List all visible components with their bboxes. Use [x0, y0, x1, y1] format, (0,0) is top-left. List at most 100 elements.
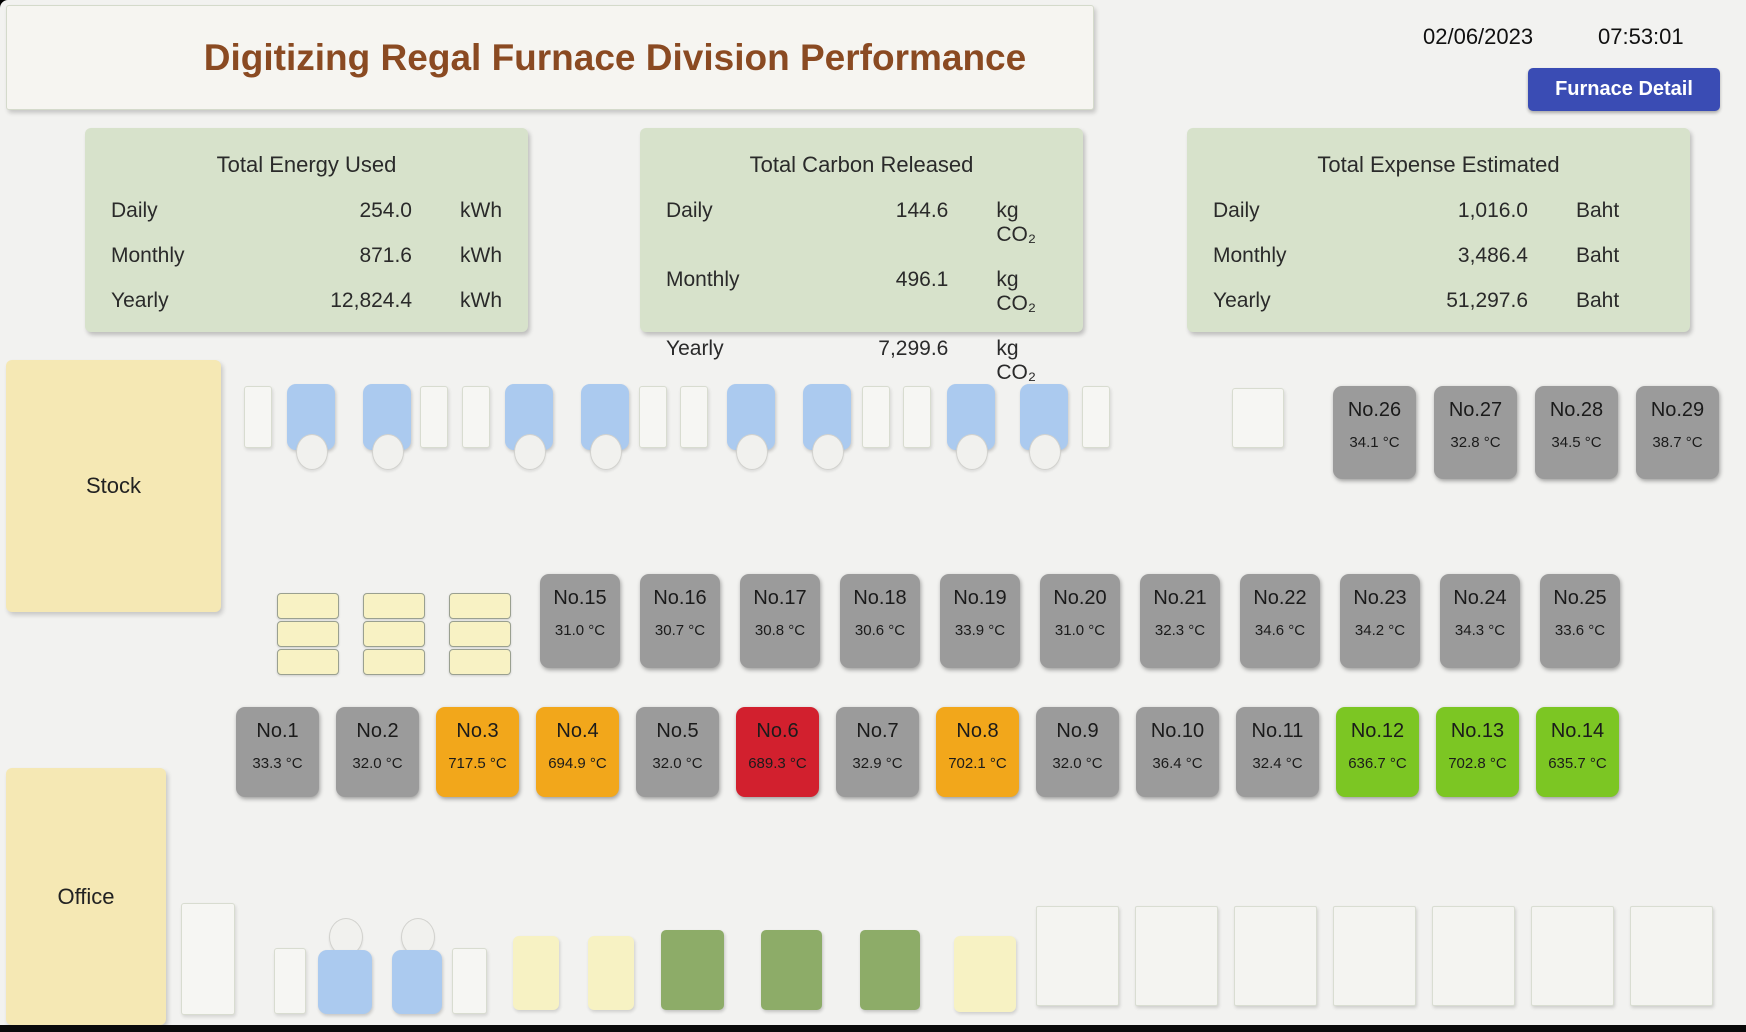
furnace-temp: 32.4 °C	[1236, 755, 1319, 772]
pallet-row	[449, 649, 511, 675]
furnace-tile-no-20[interactable]: No.20 31.0 °C	[1040, 574, 1120, 668]
row-label: Yearly	[1213, 289, 1378, 313]
furnace-tile-no-26[interactable]: No.26 34.1 °C	[1333, 386, 1416, 479]
row-unit: kWh	[460, 199, 502, 223]
furnace-tile-no-15[interactable]: No.15 31.0 °C	[540, 574, 620, 668]
furnace-id: No.29	[1636, 399, 1719, 422]
pallet-row	[449, 593, 511, 619]
machine-table-green	[860, 930, 920, 1010]
title-card: Digitizing Regal Furnace Division Perfor…	[6, 5, 1094, 110]
furnace-id: No.13	[1436, 720, 1519, 743]
furnace-tile-no-1[interactable]: No.1 33.3 °C	[236, 707, 319, 797]
pallet-row	[449, 621, 511, 647]
pallet-row	[363, 621, 425, 647]
furnace-temp: 32.0 °C	[636, 755, 719, 772]
furnace-tile-no-29[interactable]: No.29 38.7 °C	[1636, 386, 1719, 479]
machine-table-green	[761, 930, 822, 1010]
row-unit: kg CO₂	[996, 199, 1057, 247]
furnace-tile-no-21[interactable]: No.21 32.3 °C	[1140, 574, 1220, 668]
pallet-row	[277, 649, 339, 675]
furnace-id: No.25	[1540, 587, 1620, 610]
pallet-row	[363, 593, 425, 619]
furnace-tile-no-12[interactable]: No.12 636.7 °C	[1336, 707, 1419, 797]
furnace-id: No.15	[540, 587, 620, 610]
stock-area-label: Stock	[86, 473, 141, 499]
row-label: Monthly	[1213, 244, 1378, 268]
expense-monthly-row: Monthly 3,486.4 Baht	[1187, 244, 1690, 268]
furnace-id: No.3	[436, 720, 519, 743]
furnace-tile-no-17[interactable]: No.17 30.8 °C	[740, 574, 820, 668]
energy-daily-row: Daily 254.0 kWh	[85, 199, 528, 223]
row-unit: Baht	[1576, 244, 1619, 268]
furnace-tile-no-18[interactable]: No.18 30.6 °C	[840, 574, 920, 668]
furnace-id: No.21	[1140, 587, 1220, 610]
furnace-tile-no-6[interactable]: No.6 689.3 °C	[736, 707, 819, 797]
operator-head-icon	[296, 434, 328, 470]
furnace-id: No.2	[336, 720, 419, 743]
furnace-tile-no-2[interactable]: No.2 32.0 °C	[336, 707, 419, 797]
furnace-tile-no-22[interactable]: No.22 34.6 °C	[1240, 574, 1320, 668]
furnace-temp: 32.8 °C	[1434, 434, 1517, 451]
furnace-temp: 33.9 °C	[940, 622, 1020, 639]
workbench-square	[1036, 906, 1119, 1006]
furnace-temp: 33.6 °C	[1540, 622, 1620, 639]
operator-head-icon	[736, 434, 768, 470]
furnace-tile-no-24[interactable]: No.24 34.3 °C	[1440, 574, 1520, 668]
furnace-tile-no-5[interactable]: No.5 32.0 °C	[636, 707, 719, 797]
row-value: 871.6	[269, 244, 412, 268]
furnace-tile-no-11[interactable]: No.11 32.4 °C	[1236, 707, 1319, 797]
cabinet-rect	[181, 903, 235, 1015]
furnace-tile-no-13[interactable]: No.13 702.8 °C	[1436, 707, 1519, 797]
furnace-tile-no-9[interactable]: No.9 32.0 °C	[1036, 707, 1119, 797]
furnace-tile-no-8[interactable]: No.8 702.1 °C	[936, 707, 1019, 797]
energy-monthly-row: Monthly 871.6 kWh	[85, 244, 528, 268]
workbench-square	[1135, 906, 1218, 1006]
carbon-daily-row: Daily 144.6 kg CO₂	[640, 199, 1083, 247]
furnace-tile-no-23[interactable]: No.23 34.2 °C	[1340, 574, 1420, 668]
furnace-temp: 717.5 °C	[436, 755, 519, 772]
storage-box	[588, 936, 634, 1010]
furnace-id: No.23	[1340, 587, 1420, 610]
workstation-rect	[462, 386, 490, 448]
carbon-monthly-row: Monthly 496.1 kg CO₂	[640, 268, 1083, 316]
furnace-id: No.7	[836, 720, 919, 743]
expense-card: Total Expense Estimated Daily 1,016.0 Ba…	[1187, 128, 1690, 332]
pallet-row	[277, 593, 339, 619]
storage-box	[513, 936, 559, 1010]
furnace-tile-no-10[interactable]: No.10 36.4 °C	[1136, 707, 1219, 797]
furnace-tile-no-27[interactable]: No.27 32.8 °C	[1434, 386, 1517, 479]
operator-head-icon	[956, 434, 988, 470]
furnace-temp: 31.0 °C	[540, 622, 620, 639]
furnace-temp: 702.8 °C	[1436, 755, 1519, 772]
workbench-square	[1432, 906, 1515, 1006]
furnace-detail-button[interactable]: Furnace Detail	[1528, 68, 1720, 111]
furnace-tile-no-19[interactable]: No.19 33.9 °C	[940, 574, 1020, 668]
furnace-tile-no-16[interactable]: No.16 30.7 °C	[640, 574, 720, 668]
energy-card-title: Total Energy Used	[85, 152, 528, 178]
furnace-temp: 34.1 °C	[1333, 434, 1416, 451]
time-display: 07:53:01	[1598, 24, 1684, 50]
row-value: 496.1	[814, 268, 948, 292]
furnace-id: No.17	[740, 587, 820, 610]
date-display: 02/06/2023	[1423, 24, 1533, 50]
furnace-id: No.8	[936, 720, 1019, 743]
furnace-tile-no-4[interactable]: No.4 694.9 °C	[536, 707, 619, 797]
furnace-id: No.18	[840, 587, 920, 610]
row-value: 51,297.6	[1378, 289, 1528, 313]
furnace-tile-no-28[interactable]: No.28 34.5 °C	[1535, 386, 1618, 479]
furnace-tile-no-3[interactable]: No.3 717.5 °C	[436, 707, 519, 797]
furnace-id: No.4	[536, 720, 619, 743]
furnace-tile-no-25[interactable]: No.25 33.6 °C	[1540, 574, 1620, 668]
operator-head-icon	[1029, 434, 1061, 470]
workbench-square	[1630, 906, 1713, 1006]
storage-box	[954, 936, 1016, 1012]
furnace-tile-no-14[interactable]: No.14 635.7 °C	[1536, 707, 1619, 797]
workstation-rect	[452, 948, 487, 1014]
workstation-rect	[420, 386, 448, 448]
furnace-id: No.1	[236, 720, 319, 743]
workstation-rect	[1082, 386, 1110, 448]
operator-icon	[392, 950, 442, 1014]
row-value: 7,299.6	[814, 337, 948, 361]
furnace-tile-no-7[interactable]: No.7 32.9 °C	[836, 707, 919, 797]
furnace-id: No.27	[1434, 399, 1517, 422]
